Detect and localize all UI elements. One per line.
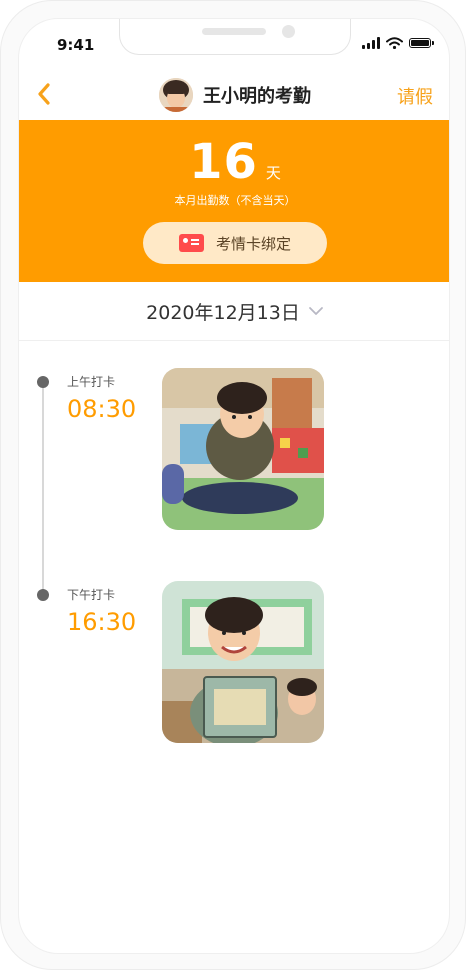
- check-out-label: 下午打卡: [67, 588, 116, 602]
- child-avatar: [159, 78, 193, 112]
- battery-icon: [409, 38, 434, 48]
- check-in-photo[interactable]: [162, 368, 324, 530]
- attendance-day-count: 16: [189, 134, 258, 190]
- status-icons: [362, 37, 434, 49]
- day-count-row: 16 天: [19, 134, 449, 190]
- check-in-time: 08:30: [67, 395, 137, 423]
- bind-card-button[interactable]: 考情卡绑定: [143, 222, 327, 264]
- day-unit: 天: [265, 164, 281, 182]
- card-icon: [178, 234, 204, 252]
- timeline-dot: [37, 376, 49, 388]
- date-selector[interactable]: 2020年12月13日: [19, 282, 449, 341]
- status-time: 9:41: [57, 36, 95, 54]
- selected-date: 2020年12月13日: [146, 301, 300, 324]
- leave-request-button[interactable]: 请假: [397, 83, 433, 109]
- wifi-icon: [386, 37, 403, 49]
- speaker: [202, 28, 266, 35]
- page-title: 王小明的考勤: [203, 86, 311, 107]
- timeline-line: [42, 383, 44, 597]
- check-in-label: 上午打卡: [67, 375, 116, 389]
- phone-frame: 9:41 王小明的考勤 请假 16 天 本月出勤数（不含当天） 考情卡绑定 20…: [0, 0, 466, 970]
- nav-bar: 王小明的考勤 请假: [19, 69, 449, 119]
- chevron-down-icon[interactable]: [308, 306, 324, 316]
- front-camera: [282, 25, 295, 38]
- attendance-summary-banner: 16 天 本月出勤数（不含当天） 考情卡绑定: [19, 120, 449, 282]
- check-out-time: 16:30: [67, 608, 137, 636]
- attendance-caption: 本月出勤数（不含当天）: [174, 194, 296, 207]
- app-screen: 9:41 王小明的考勤 请假 16 天 本月出勤数（不含当天） 考情卡绑定 20…: [18, 18, 450, 954]
- bind-card-label: 考情卡绑定: [215, 234, 291, 253]
- device-notch: [119, 19, 351, 55]
- check-out-photo[interactable]: [162, 581, 324, 743]
- signal-icon: [362, 37, 380, 49]
- timeline-dot: [37, 589, 49, 601]
- nav-title-group: 王小明的考勤: [19, 78, 449, 112]
